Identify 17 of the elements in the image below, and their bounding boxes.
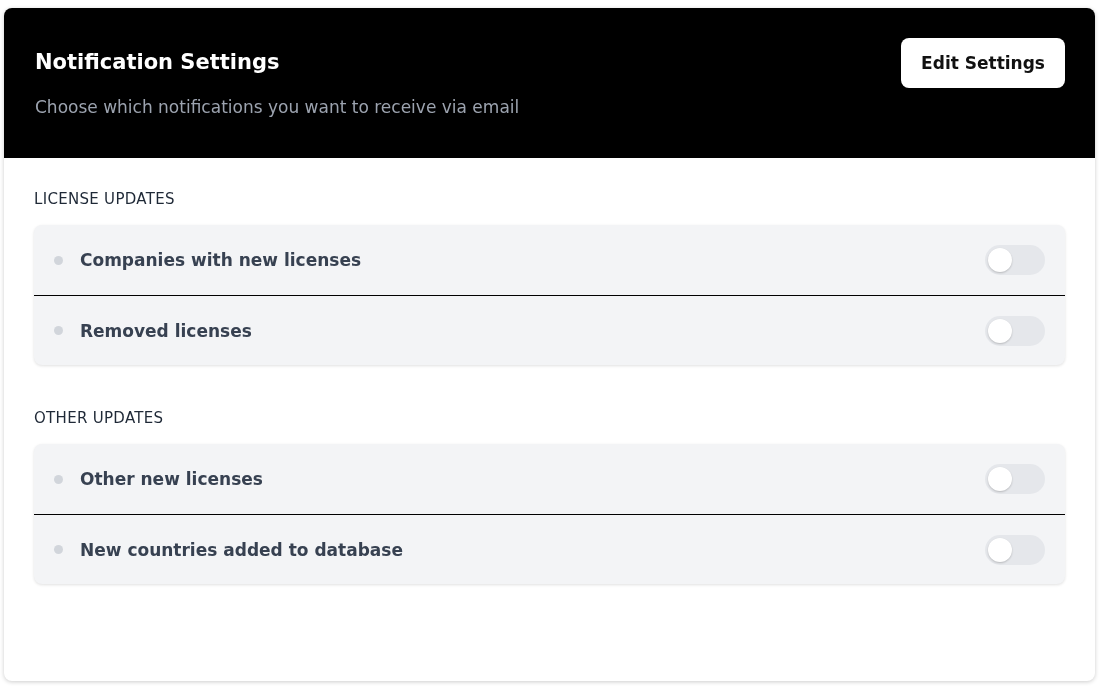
setting-label: Other new licenses bbox=[80, 469, 264, 489]
edit-settings-button[interactable]: Edit Settings bbox=[901, 38, 1065, 88]
bullet-icon bbox=[54, 255, 63, 265]
section-heading: LICENSE UPDATES bbox=[34, 190, 176, 208]
page-subtitle: Choose which notifications you want to receive via email bbox=[35, 97, 520, 117]
setting-label: Companies with new licenses bbox=[80, 250, 363, 270]
bullet-icon bbox=[54, 545, 63, 554]
toggle-switch[interactable] bbox=[985, 245, 1045, 275]
bullet-icon bbox=[54, 474, 63, 484]
toggle-switch[interactable] bbox=[985, 315, 1045, 346]
toggle-switch[interactable] bbox=[985, 534, 1045, 565]
setting-label: New countries added to database bbox=[80, 539, 404, 560]
page-title: Notification Settings bbox=[35, 50, 281, 74]
section-heading: OTHER UPDATES bbox=[34, 409, 165, 427]
toggle-switch[interactable] bbox=[985, 464, 1045, 494]
bullet-icon bbox=[54, 326, 63, 335]
setting-label: Removed licenses bbox=[80, 320, 253, 341]
